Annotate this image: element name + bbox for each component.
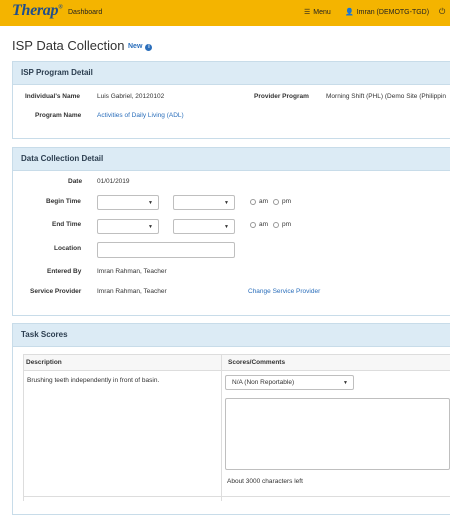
chevron-down-icon: ▼	[343, 380, 348, 386]
chevron-down-icon: ▼	[148, 200, 153, 206]
end-pm-radio[interactable]	[273, 222, 279, 228]
new-status-badge: New i	[128, 43, 153, 51]
score-select[interactable]: N/A (Non Reportable) ▼	[225, 375, 354, 390]
individual-name-label: Individual's Name	[25, 93, 81, 100]
table-left-border	[23, 354, 24, 501]
chevron-down-icon: ▼	[224, 224, 229, 230]
begin-am-radio[interactable]	[250, 199, 256, 205]
end-hour-select[interactable]: ▼	[97, 219, 159, 234]
begin-pm-radio[interactable]	[273, 199, 279, 205]
menu-label: Menu	[313, 9, 331, 16]
service-provider-value: Imran Rahman, Teacher	[97, 288, 167, 295]
program-name-link[interactable]: Activities of Daily Living (ADL)	[97, 112, 184, 119]
page-title: ISP Data Collection	[12, 38, 125, 53]
task-scores-header: Task Scores	[13, 324, 450, 347]
task-description: Brushing teeth independently in front of…	[27, 377, 160, 384]
chevron-down-icon: ▼	[224, 200, 229, 206]
date-value: 01/01/2019	[97, 178, 130, 185]
isp-program-detail-header: ISP Program Detail	[13, 62, 450, 85]
chevron-down-icon: ▼	[148, 224, 153, 230]
service-provider-label: Service Provider	[30, 288, 82, 295]
end-am-label: am	[259, 221, 269, 228]
provider-program-label: Provider Program	[254, 93, 309, 100]
info-icon[interactable]: i	[145, 44, 153, 51]
end-time-label: End Time	[52, 221, 82, 228]
comment-textarea[interactable]	[225, 398, 450, 470]
begin-pm-label: pm	[282, 198, 292, 205]
individual-name-value: Luis Gabriel, 20120102	[97, 93, 165, 100]
location-input[interactable]	[97, 242, 235, 258]
row-divider	[23, 496, 450, 497]
program-name-label: Program Name	[35, 112, 82, 119]
column-header-scores-comments: Scores/Comments	[228, 359, 286, 366]
task-scores-table-header: Description Scores/Comments	[23, 354, 450, 371]
hamburger-menu-icon: ☰	[304, 9, 311, 16]
begin-am-label: am	[259, 198, 269, 205]
end-pm-label: pm	[282, 221, 292, 228]
entered-by-value: Imran Rahman, Teacher	[97, 268, 167, 275]
logout-icon[interactable]: ⏻	[439, 7, 445, 17]
change-service-provider-link[interactable]: Change Service Provider	[248, 288, 320, 295]
entered-by-label: Entered By	[47, 268, 82, 275]
characters-left-counter: About 3000 characters left	[227, 478, 303, 485]
score-select-value: N/A (Non Reportable)	[232, 379, 295, 386]
date-label: Date	[68, 178, 83, 185]
menu-button[interactable]: ☰ Menu	[304, 8, 331, 16]
data-collection-detail-panel: Data Collection Detail Date 01/01/2019 B…	[12, 147, 450, 316]
dashboard-link[interactable]: Dashboard	[68, 9, 102, 16]
user-label: Imran (DEMOTG-TGD)	[356, 9, 430, 16]
user-account-button[interactable]: 👤 Imran (DEMOTG-TGD)	[345, 8, 429, 16]
data-collection-detail-header: Data Collection Detail	[13, 148, 450, 171]
end-am-radio[interactable]	[250, 222, 256, 228]
user-icon: 👤	[345, 9, 354, 16]
top-navigation-bar: Therap® Dashboard ☰ Menu 👤 Imran (DEMOTG-T…	[0, 0, 450, 26]
begin-minute-select[interactable]: ▼	[173, 195, 235, 210]
new-label: New	[128, 43, 143, 50]
location-label: Location	[54, 245, 82, 252]
begin-hour-select[interactable]: ▼	[97, 195, 159, 210]
begin-time-label: Begin Time	[46, 198, 81, 205]
isp-program-detail-panel: ISP Program Detail Individual's Name Lui…	[12, 61, 450, 139]
column-divider	[221, 354, 222, 501]
provider-program-value: Morning Shift (PHL) (Demo Site (Philippi…	[326, 93, 446, 100]
column-header-description: Description	[26, 359, 62, 366]
therap-logo[interactable]: Therap®	[12, 2, 63, 20]
end-minute-select[interactable]: ▼	[173, 219, 235, 234]
